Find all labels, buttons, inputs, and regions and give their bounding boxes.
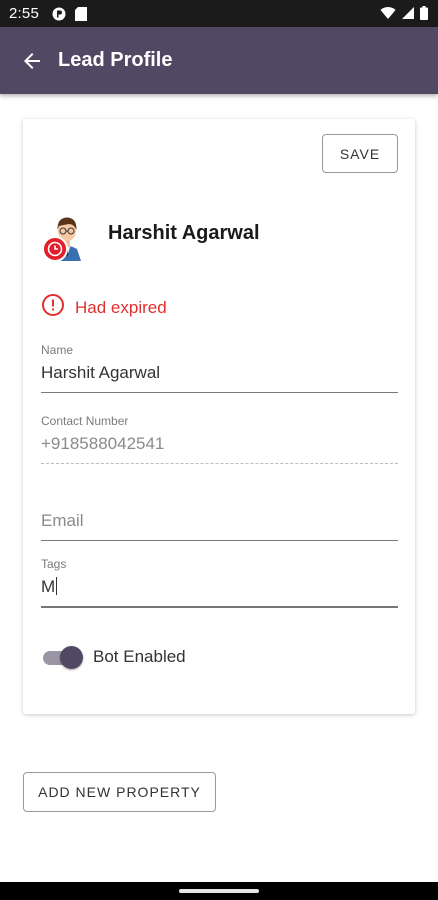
name-underline	[41, 392, 398, 393]
bot-enabled-row[interactable]: Bot Enabled	[41, 645, 186, 669]
wifi-icon	[380, 6, 396, 25]
tags-input[interactable]: M	[41, 577, 55, 596]
tags-label: Tags	[41, 557, 67, 571]
add-new-property-button[interactable]: ADD NEW PROPERTY	[23, 772, 216, 812]
contact-number-underline	[41, 463, 398, 464]
status-expired: Had expired	[41, 293, 167, 322]
page-title: Lead Profile	[58, 49, 173, 71]
tags-field[interactable]: Tags M	[41, 557, 398, 608]
person-clock-icon	[41, 211, 93, 263]
toggle-thumb[interactable]	[60, 646, 83, 669]
battery-icon	[420, 6, 428, 25]
name-field[interactable]: Name Harshit Agarwal	[41, 343, 398, 393]
email-input[interactable]: Email	[41, 511, 398, 533]
home-gesture-handle[interactable]	[179, 889, 259, 893]
save-button[interactable]: SAVE	[322, 134, 398, 173]
signal-icon	[401, 6, 415, 25]
lead-profile-card: SAVE Harshit Agarwal Had expired Name Ha…	[23, 119, 415, 714]
tags-input-wrap[interactable]: M	[41, 577, 398, 599]
privacy-icon	[52, 7, 66, 26]
app-bar: Lead Profile	[0, 27, 438, 94]
arrow-back-icon[interactable]	[20, 49, 44, 73]
system-nav-bar	[0, 882, 438, 900]
name-label: Name	[41, 343, 74, 357]
contact-number-input: +918588042541	[41, 434, 165, 453]
name-input[interactable]: Harshit Agarwal	[41, 363, 398, 385]
lead-name: Harshit Agarwal	[108, 222, 260, 244]
status-bar: 2:55	[0, 0, 438, 27]
tags-underline	[41, 606, 398, 608]
bot-enabled-label: Bot Enabled	[93, 647, 186, 666]
sim-card-icon	[75, 7, 87, 26]
status-text: Had expired	[75, 297, 167, 317]
text-caret	[56, 577, 58, 595]
contact-number-label: Contact Number	[41, 414, 129, 428]
bot-enabled-toggle[interactable]	[41, 645, 83, 669]
status-time: 2:55	[9, 5, 39, 22]
contact-number-field: Contact Number +918588042541	[41, 414, 398, 464]
email-field[interactable]: Email	[41, 511, 398, 541]
alert-circle-icon	[41, 293, 65, 322]
email-underline	[41, 540, 398, 541]
